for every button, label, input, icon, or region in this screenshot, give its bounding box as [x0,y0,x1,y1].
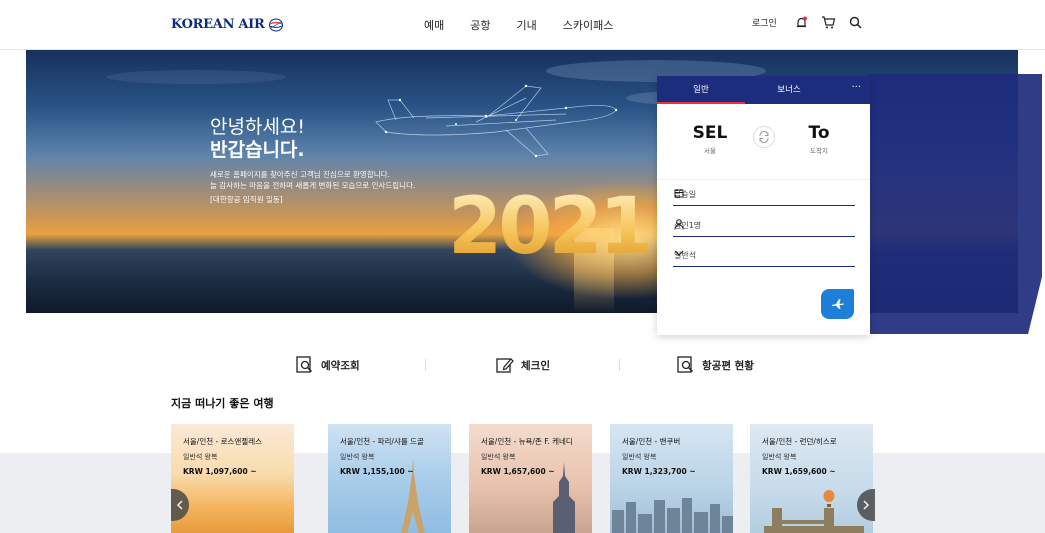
search-icon[interactable] [849,16,862,29]
hero-greeting: 안녕하세요! 반갑습니다. 새로운 홈페이지를 찾아주신 고객님 진심으로 환영… [210,116,415,205]
search-flights-button[interactable] [821,289,854,319]
greeting-line-1: 안녕하세요! [210,116,306,138]
swap-route-button[interactable] [753,126,775,148]
nav-inflight[interactable]: 기내 [517,17,537,33]
quick-link-label: 항공편 현황 [702,359,754,372]
greeting-line-2: 반갑습니다. [210,139,305,161]
airplane-icon [831,299,844,309]
hero-accent-band [868,74,1042,334]
cart-icon[interactable] [821,16,836,29]
message-line-2: 늘 감사하는 마음을 전하며 새롭게 변화된 모습으로 인사드립니다. [210,181,416,190]
destination-card[interactable]: 서울/인천 - 밴쿠버 일반석 왕복 KRW 1,323,700 ~ [610,424,733,533]
quick-link-checkin[interactable]: 체크인 [496,356,550,374]
more-options-button[interactable]: ··· [851,76,861,100]
site-header: KOREAN AIR 예매 공항 기내 스카이패스 로그인 [0,0,1045,50]
quick-link-label: 예약조회 [321,359,360,372]
korean-air-logo[interactable]: KOREAN AIR [171,17,284,32]
flight-status-search-icon [677,356,694,373]
card-text: 서울/인천 - 뉴욕/존 F. 케네디 일반석 왕복 KRW 1,657,600… [481,436,582,476]
departure-date-field[interactable]: 탑승일 [673,184,855,206]
passenger-field[interactable]: 성인1명 [673,215,855,237]
utility-menu: 로그인 [752,16,875,29]
chevron-left-icon [177,500,183,510]
swap-icon [759,131,769,143]
card-text: 서울/인천 - 밴쿠버 일반석 왕복 KRW 1,323,700 ~ [622,436,723,476]
login-link[interactable]: 로그인 [752,16,777,29]
tab-regular[interactable]: 일반 [657,76,745,104]
card-class: 일반석 왕복 [481,453,516,461]
chevron-down-icon [674,249,853,257]
card-class: 일반석 왕복 [762,453,797,461]
origin-code: SEL [692,123,728,143]
card-text: 서울/인천 - 파리/샤를 드골 일반석 왕복 KRW 1,155,100 ~ [340,436,441,476]
reservation-search-icon [296,356,313,373]
destination-card[interactable]: 서울/인천 - 파리/샤를 드골 일반석 왕복 KRW 1,155,100 ~ [328,424,451,533]
section-title: 지금 떠나기 좋은 여행 [171,397,274,410]
origin-selector[interactable]: SEL 서울 [692,123,728,155]
divider [425,359,426,371]
divider [619,359,620,371]
vancouver-skyline-illustration [612,498,733,533]
main-nav: 예매 공항 기내 스카이패스 [424,17,639,33]
tower-bridge-illustration [764,508,864,533]
card-class: 일반석 왕복 [183,453,218,461]
route-selector: SEL 서울 To 도착지 [657,104,870,180]
nav-airport[interactable]: 공항 [470,17,490,33]
booking-tabs: 일반 보너스 ··· [657,76,870,104]
card-price: KRW 1,155,100 ~ [340,467,414,476]
card-route: 서울/인천 - 파리/샤를 드골 [340,437,424,446]
destination-selector[interactable]: To 도착지 [805,123,833,155]
booking-widget: 일반 보너스 ··· SEL 서울 To 도착지 탑승일 성인1명 일반석 [657,76,870,335]
message-signature: [대한항공 임직원 일동] [210,195,283,204]
hero-year-text: 2021 [448,182,653,272]
origin-name: 서울 [704,147,716,155]
card-route: 서울/인천 - 런던/히스로 [762,437,837,446]
card-route: 서울/인천 - 밴쿠버 [622,437,681,446]
destination-card[interactable]: 서울/인천 - 로스앤젤레스 일반석 왕복 KRW 1,097,600 ~ [171,424,294,533]
card-class: 일반석 왕복 [622,453,657,461]
notification-icon[interactable] [795,16,808,29]
quick-link-reservation[interactable]: 예약조회 [296,356,360,374]
calendar-icon [674,188,853,198]
quick-link-label: 체크인 [521,359,550,372]
card-price: KRW 1,657,600 ~ [481,467,555,476]
person-icon [674,219,853,230]
destination-card[interactable]: 서울/인천 - 뉴욕/존 F. 케네디 일반석 왕복 KRW 1,657,600… [469,424,592,533]
tab-bonus[interactable]: 보너스 [745,76,833,104]
card-route: 서울/인천 - 로스앤젤레스 [183,437,263,446]
destination-code: To [808,123,830,143]
card-class: 일반석 왕복 [340,453,375,461]
card-price: KRW 1,323,700 ~ [622,467,696,476]
card-price: KRW 1,659,600 ~ [762,467,836,476]
taeguk-logo-icon [269,18,284,31]
quick-link-flight-status[interactable]: 항공편 현황 [677,356,754,374]
cloud-shape [106,70,286,84]
cabin-class-select[interactable]: 일반석 [673,245,855,267]
card-route: 서울/인천 - 뉴욕/존 F. 케네디 [481,437,573,446]
destination-card[interactable]: 서울/인천 - 런던/히스로 일반석 왕복 KRW 1,659,600 ~ [750,424,873,533]
chevron-right-icon [863,500,869,510]
nav-skypass[interactable]: 스카이패스 [563,17,614,33]
card-price: KRW 1,097,600 ~ [183,467,257,476]
checkin-edit-icon [496,358,514,373]
card-text: 서울/인천 - 로스앤젤레스 일반석 왕복 KRW 1,097,600 ~ [183,436,284,476]
card-text: 서울/인천 - 런던/히스로 일반석 왕복 KRW 1,659,600 ~ [762,436,863,476]
nav-booking[interactable]: 예매 [424,17,444,33]
logo-text: KOREAN AIR [171,17,265,32]
destination-name: 도착지 [810,147,828,155]
message-line-1: 새로운 홈페이지를 찾아주신 고객님 진심으로 환영합니다. [210,170,390,179]
